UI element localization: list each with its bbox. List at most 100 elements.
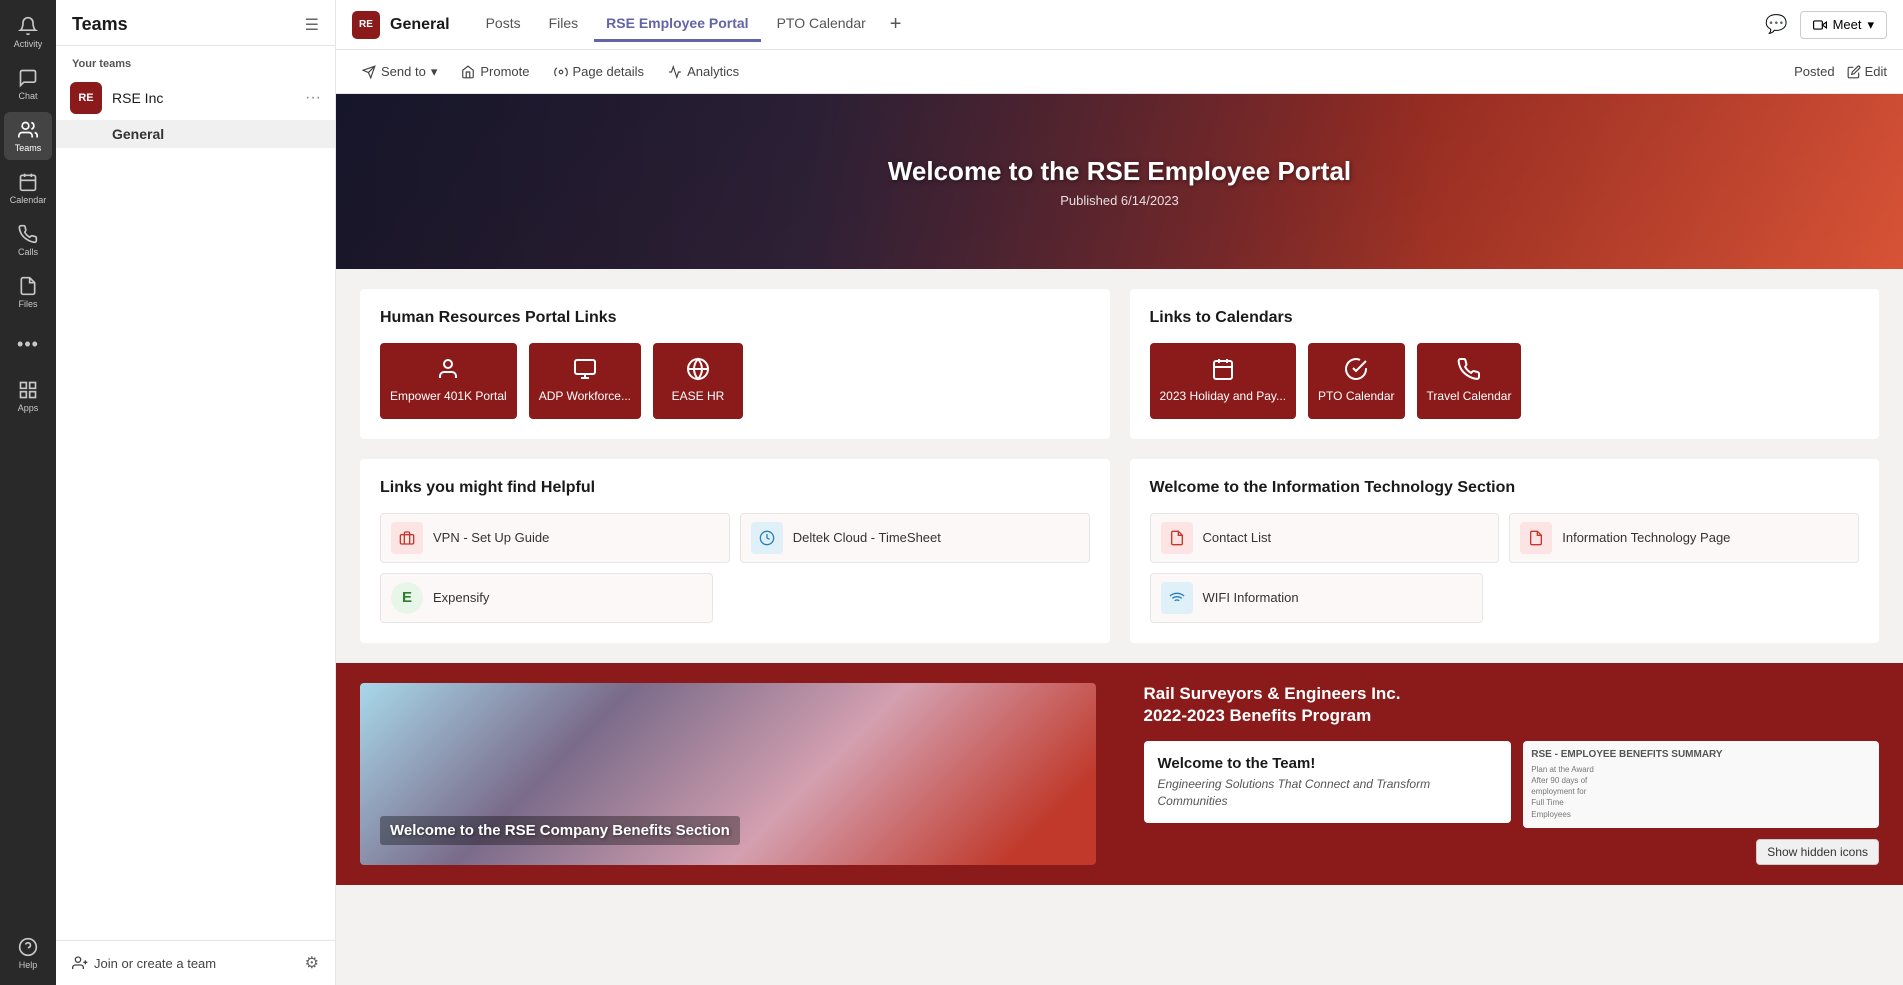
- vpn-icon: [391, 522, 423, 554]
- channel-general[interactable]: General: [56, 120, 335, 148]
- tab-pto-calendar[interactable]: PTO Calendar: [765, 7, 878, 42]
- contact-list-icon: [1161, 522, 1193, 554]
- sidebar-item-teams[interactable]: Teams: [4, 112, 52, 160]
- welcome-card-subtitle: Engineering Solutions That Connect and T…: [1158, 776, 1498, 810]
- expensify-link[interactable]: E Expensify: [380, 573, 713, 623]
- actionbar: Send to ▾ Promote Page details Analytics…: [336, 50, 1903, 94]
- join-create-team-button[interactable]: Join or create a team: [72, 955, 216, 971]
- your-teams-label: Your teams: [56, 46, 335, 76]
- send-to-label: Send to: [381, 64, 426, 79]
- sidebar-item-files[interactable]: Files: [4, 268, 52, 316]
- calendars-section-title: Links to Calendars: [1150, 309, 1860, 327]
- page-details-label: Page details: [573, 64, 645, 79]
- actionbar-right: Posted Edit: [1794, 64, 1887, 79]
- posted-label: Posted: [1794, 64, 1834, 79]
- benefits-summary-card: RSE - EMPLOYEE BENEFITS SUMMARY Plan at …: [1523, 741, 1879, 828]
- show-hidden-icons-button[interactable]: Show hidden icons: [1756, 839, 1879, 865]
- helpful-link-row-2: E Expensify: [380, 573, 1090, 623]
- analytics-button[interactable]: Analytics: [658, 59, 749, 84]
- sidebar-item-activity[interactable]: Activity: [4, 8, 52, 56]
- sidebar-item-calls[interactable]: Calls: [4, 216, 52, 264]
- team-avatar: RE: [70, 82, 102, 114]
- cal-buttons: 2023 Holiday and Pay... PTO Calendar Tra…: [1150, 343, 1860, 419]
- edit-label: Edit: [1865, 64, 1887, 79]
- teams-settings-icon[interactable]: ⚙: [305, 953, 319, 973]
- deltek-icon: [751, 522, 783, 554]
- team-more-options[interactable]: ···: [305, 89, 321, 107]
- it-page-link[interactable]: Information Technology Page: [1509, 513, 1859, 563]
- channel-title: General: [390, 16, 450, 34]
- chat-bubble-icon[interactable]: 💬: [1765, 14, 1787, 35]
- it-links: Contact List Information Technology Page: [1150, 513, 1860, 623]
- empower-401k-button[interactable]: Empower 401K Portal: [380, 343, 517, 419]
- analytics-label: Analytics: [687, 64, 739, 79]
- promote-button[interactable]: Promote: [451, 59, 539, 84]
- hero-banner: Welcome to the RSE Employee Portal Publi…: [336, 94, 1903, 269]
- adp-workforce-button[interactable]: ADP Workforce...: [529, 343, 641, 419]
- it-section-title: Welcome to the Information Technology Se…: [1150, 479, 1860, 497]
- add-tab-button[interactable]: +: [882, 9, 910, 40]
- calendars-section: Links to Calendars 2023 Holiday and Pay.…: [1130, 289, 1880, 439]
- tab-posts[interactable]: Posts: [474, 7, 533, 42]
- benefits-program-title: Rail Surveyors & Engineers Inc.2022-2023…: [1144, 683, 1880, 727]
- contact-list-label: Contact List: [1203, 530, 1272, 545]
- it-page-icon: [1520, 522, 1552, 554]
- ease-hr-button[interactable]: EASE HR: [653, 343, 743, 419]
- team-rse-inc[interactable]: RE RSE Inc ···: [56, 76, 335, 120]
- team-name: RSE Inc: [112, 90, 295, 106]
- sidebar-item-calendar[interactable]: Calendar: [4, 164, 52, 212]
- page-details-button[interactable]: Page details: [544, 59, 655, 84]
- hr-section-title: Human Resources Portal Links: [380, 309, 1090, 327]
- tab-rse-employee-portal[interactable]: RSE Employee Portal: [594, 7, 760, 42]
- holiday-pay-button[interactable]: 2023 Holiday and Pay...: [1150, 343, 1297, 419]
- bottom-left: Welcome to the RSE Company Benefits Sect…: [336, 663, 1120, 886]
- sidebar-item-chat[interactable]: Chat: [4, 60, 52, 108]
- edit-button[interactable]: Edit: [1847, 64, 1887, 79]
- page-area: Welcome to the RSE Employee Portal Publi…: [336, 94, 1903, 985]
- hero-title: Welcome to the RSE Employee Portal: [888, 156, 1351, 187]
- sidebar-item-help[interactable]: Help: [4, 929, 52, 977]
- teams-panel-title: Teams: [72, 14, 128, 35]
- topbar-tabs: Posts Files RSE Employee Portal PTO Cale…: [474, 7, 1766, 42]
- helpful-links: VPN - Set Up Guide Deltek Cloud - TimeSh…: [380, 513, 1090, 623]
- meet-label: Meet: [1833, 17, 1862, 32]
- tab-files[interactable]: Files: [537, 7, 591, 42]
- hr-buttons: Empower 401K Portal ADP Workforce... EAS…: [380, 343, 1090, 419]
- topbar: RE General Posts Files RSE Employee Port…: [336, 0, 1903, 50]
- helpful-link-row-1: VPN - Set Up Guide Deltek Cloud - TimeSh…: [380, 513, 1090, 563]
- hr-section: Human Resources Portal Links Empower 401…: [360, 289, 1110, 439]
- channel-logo: RE: [352, 11, 380, 39]
- deltek-label: Deltek Cloud - TimeSheet: [793, 530, 941, 545]
- vpn-setup-link[interactable]: VPN - Set Up Guide: [380, 513, 730, 563]
- topbar-right: 💬 Meet ▾: [1765, 11, 1887, 39]
- helpful-section-title: Links you might find Helpful: [380, 479, 1090, 497]
- expensify-icon: E: [391, 582, 423, 614]
- actionbar-left: Send to ▾ Promote Page details Analytics: [352, 59, 749, 85]
- wifi-icon: [1161, 582, 1193, 614]
- teams-filter-icon[interactable]: ☰: [305, 15, 319, 35]
- helpful-section: Links you might find Helpful VPN - Set U…: [360, 459, 1110, 643]
- contact-list-link[interactable]: Contact List: [1150, 513, 1500, 563]
- meet-button[interactable]: Meet ▾: [1800, 11, 1887, 39]
- wifi-info-link[interactable]: WIFI Information: [1150, 573, 1483, 623]
- benefits-card-label: Welcome to the RSE Company Benefits Sect…: [380, 816, 740, 845]
- sidebar: Activity Chat Teams Calendar Calls Files…: [0, 0, 56, 985]
- teams-panel: Teams ☰ Your teams RE RSE Inc ··· Genera…: [56, 0, 336, 985]
- welcome-card: Welcome to the Team! Engineering Solutio…: [1144, 741, 1512, 824]
- deltek-cloud-link[interactable]: Deltek Cloud - TimeSheet: [740, 513, 1090, 563]
- travel-calendar-button[interactable]: Travel Calendar: [1417, 343, 1522, 419]
- hero-text: Welcome to the RSE Employee Portal Publi…: [888, 156, 1351, 208]
- bottom-right: Rail Surveyors & Engineers Inc.2022-2023…: [1120, 663, 1903, 886]
- sidebar-item-apps[interactable]: Apps: [4, 372, 52, 420]
- it-link-row-1: Contact List Information Technology Page: [1150, 513, 1860, 563]
- it-link-row-2: WIFI Information: [1150, 573, 1860, 623]
- expensify-label: Expensify: [433, 590, 489, 605]
- benefits-card[interactable]: Welcome to the RSE Company Benefits Sect…: [360, 683, 1096, 866]
- send-to-button[interactable]: Send to ▾: [352, 59, 447, 85]
- channel-name: General: [112, 126, 164, 142]
- join-team-label: Join or create a team: [94, 956, 216, 971]
- sidebar-item-more[interactable]: •••: [4, 320, 52, 368]
- pto-calendar-button[interactable]: PTO Calendar: [1308, 343, 1404, 419]
- wifi-info-label: WIFI Information: [1203, 590, 1299, 605]
- it-page-label: Information Technology Page: [1562, 530, 1730, 545]
